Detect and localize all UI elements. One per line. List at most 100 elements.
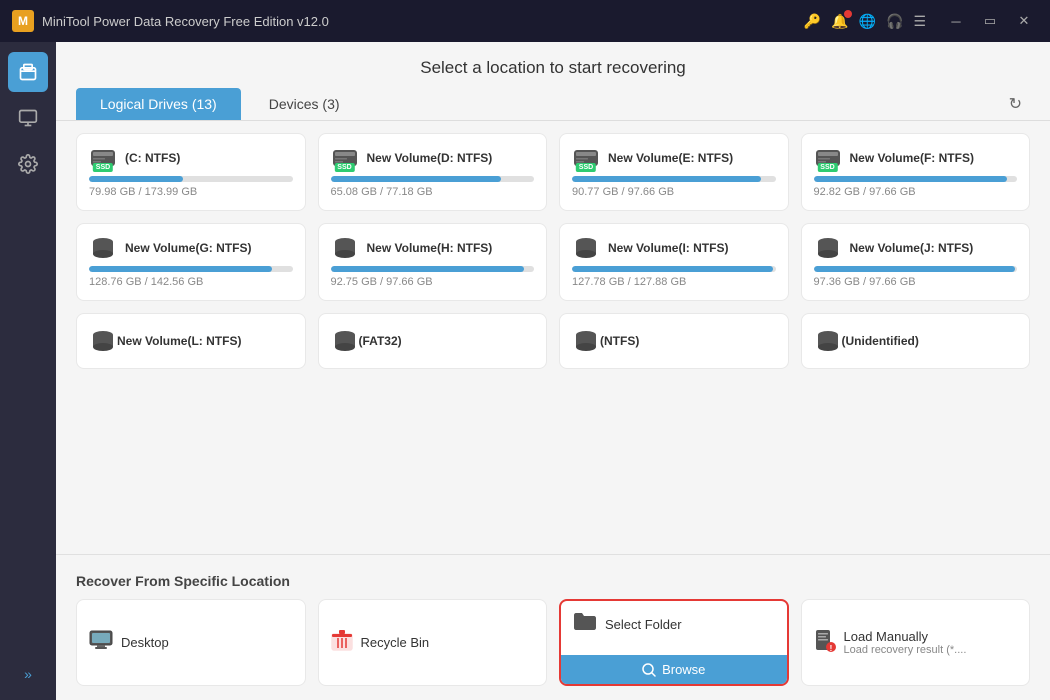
recycle-bin-icon [331, 628, 353, 658]
drive-icon-wrap-unidentified [814, 329, 842, 353]
drive-bar-f [814, 176, 1018, 182]
drive-name-i: New Volume(I: NTFS) [608, 241, 728, 255]
drive-bar-h [331, 266, 535, 272]
app-title: MiniTool Power Data Recovery Free Editio… [42, 14, 796, 29]
drive-name-h: New Volume(H: NTFS) [367, 241, 493, 255]
drive-icon-wrap-e: SSD [572, 146, 600, 170]
desktop-icon [89, 630, 113, 656]
key-icon[interactable]: 🔑 [804, 13, 821, 30]
drive-icon-wrap-j [814, 236, 842, 260]
drive-card-fat32[interactable]: (FAT32) [318, 313, 548, 369]
headphone-icon[interactable]: 🎧 [886, 13, 903, 30]
select-folder-label: Select Folder [605, 617, 682, 632]
drive-bar-j [814, 266, 1018, 272]
specific-card-select-folder[interactable]: Select Folder Browse [559, 599, 789, 686]
specific-card-recycle[interactable]: Recycle Bin [318, 599, 548, 686]
drive-icon-wrap-h [331, 236, 359, 260]
drive-bar-g [89, 266, 293, 272]
drive-card-f[interactable]: SSD New Volume(F: NTFS) 92.82 GB / 97.66… [801, 133, 1031, 211]
drives-grid: SSD (C: NTFS) 79.98 GB / 173.99 GB [76, 133, 1030, 301]
drive-size-j: 97.36 GB / 97.66 GB [814, 276, 1018, 288]
desktop-label: Desktop [121, 635, 169, 650]
menu-icon[interactable]: ☰ [913, 13, 926, 30]
drive-name-l: New Volume(L: NTFS) [117, 334, 241, 348]
drive-bar-fill-g [89, 266, 272, 272]
drive-size-c: 79.98 GB / 173.99 GB [89, 186, 293, 198]
drive-size-f: 92.82 GB / 97.66 GB [814, 186, 1018, 198]
drive-name-unidentified: (Unidentified) [842, 334, 919, 348]
tab-bar: Logical Drives (13) Devices (3) ↻ [56, 88, 1050, 121]
minimize-button[interactable]: ─ [942, 7, 970, 35]
specific-card-desktop[interactable]: Desktop [76, 599, 306, 686]
window-controls: ─ ▭ ✕ [942, 7, 1038, 35]
drive-name-d: New Volume(D: NTFS) [367, 151, 493, 165]
drive-icon-wrap-i [572, 236, 600, 260]
drive-bar-fill-h [331, 266, 524, 272]
load-manually-text: Load Manually Load recovery result (*...… [844, 629, 967, 656]
drive-card-j[interactable]: New Volume(J: NTFS) 97.36 GB / 97.66 GB [801, 223, 1031, 301]
drive-name-ntfs: (NTFS) [600, 334, 639, 348]
folder-icon [573, 611, 597, 637]
drive-size-h: 92.75 GB / 97.66 GB [331, 276, 535, 288]
select-folder-top: Select Folder [561, 601, 787, 647]
drive-card-unidentified[interactable]: (Unidentified) [801, 313, 1031, 369]
drive-name-fat32: (FAT32) [359, 334, 402, 348]
sidebar: » [0, 42, 56, 700]
app-logo: M [12, 10, 34, 32]
drive-card-i[interactable]: New Volume(I: NTFS) 127.78 GB / 127.88 G… [559, 223, 789, 301]
browse-button[interactable]: Browse [561, 655, 787, 684]
sidebar-item-tools[interactable] [8, 98, 48, 138]
drive-card-d[interactable]: SSD New Volume(D: NTFS) 65.08 GB / 77.18… [318, 133, 548, 211]
recycle-label: Recycle Bin [361, 635, 430, 650]
sidebar-item-home[interactable] [8, 52, 48, 92]
ssd-badge-d: SSD [334, 163, 354, 172]
drive-bar-c [89, 176, 293, 182]
close-button[interactable]: ✕ [1010, 7, 1038, 35]
page-header: Select a location to start recovering [56, 42, 1050, 88]
drive-icon-wrap-ntfs [572, 329, 600, 353]
globe-icon[interactable]: 🌐 [859, 13, 876, 30]
drive-bar-fill-j [814, 266, 1015, 272]
drive-card-e[interactable]: SSD New Volume(E: NTFS) 90.77 GB / 97.66… [559, 133, 789, 211]
expand-button[interactable]: » [16, 658, 40, 690]
drive-icon-wrap-g [89, 236, 117, 260]
specific-card-load-manually[interactable]: ! Load Manually Load recovery result (*.… [801, 599, 1031, 686]
refresh-button[interactable]: ↻ [1001, 90, 1030, 118]
tab-devices[interactable]: Devices (3) [245, 88, 364, 120]
browse-label: Browse [662, 662, 705, 677]
maximize-button[interactable]: ▭ [976, 7, 1004, 35]
drives-section: SSD (C: NTFS) 79.98 GB / 173.99 GB [56, 121, 1050, 554]
drive-card-l[interactable]: New Volume(L: NTFS) [76, 313, 306, 369]
load-manually-sublabel: Load recovery result (*.... [844, 644, 967, 656]
drive-bar-i [572, 266, 776, 272]
drive-name-g: New Volume(G: NTFS) [125, 241, 251, 255]
svg-text:!: ! [829, 644, 832, 652]
drive-icon-wrap-fat32 [331, 329, 359, 353]
drive-card-c[interactable]: SSD (C: NTFS) 79.98 GB / 173.99 GB [76, 133, 306, 211]
drive-size-d: 65.08 GB / 77.18 GB [331, 186, 535, 198]
drive-name-e: New Volume(E: NTFS) [608, 151, 733, 165]
drive-icon-wrap-d: SSD [331, 146, 359, 170]
drive-bar-d [331, 176, 535, 182]
load-manually-label: Load Manually [844, 629, 967, 644]
drive-icon-wrap-c: SSD [89, 146, 117, 170]
sidebar-item-settings[interactable] [8, 144, 48, 184]
bell-icon[interactable]: 🔔 [831, 13, 848, 30]
drive-card-h[interactable]: New Volume(H: NTFS) 92.75 GB / 97.66 GB [318, 223, 548, 301]
drive-bar-fill-c [89, 176, 183, 182]
specific-grid: Desktop Recycle Bin [76, 599, 1030, 686]
drive-name-j: New Volume(J: NTFS) [850, 241, 974, 255]
drive-icon-wrap-f: SSD [814, 146, 842, 170]
ssd-badge-f: SSD [817, 163, 837, 172]
no-storage-drives-grid: New Volume(L: NTFS) (FAT32) [76, 313, 1030, 369]
drive-size-i: 127.78 GB / 127.88 GB [572, 276, 776, 288]
drive-bar-fill-i [572, 266, 773, 272]
drive-bar-fill-e [572, 176, 761, 182]
drive-card-ntfs[interactable]: (NTFS) [559, 313, 789, 369]
titlebar: M MiniTool Power Data Recovery Free Edit… [0, 0, 1050, 42]
drive-card-g[interactable]: New Volume(G: NTFS) 128.76 GB / 142.56 G… [76, 223, 306, 301]
drive-size-e: 90.77 GB / 97.66 GB [572, 186, 776, 198]
sidebar-bottom: » [16, 658, 40, 690]
tab-logical-drives[interactable]: Logical Drives (13) [76, 88, 241, 120]
drive-name-c: (C: NTFS) [125, 151, 180, 165]
